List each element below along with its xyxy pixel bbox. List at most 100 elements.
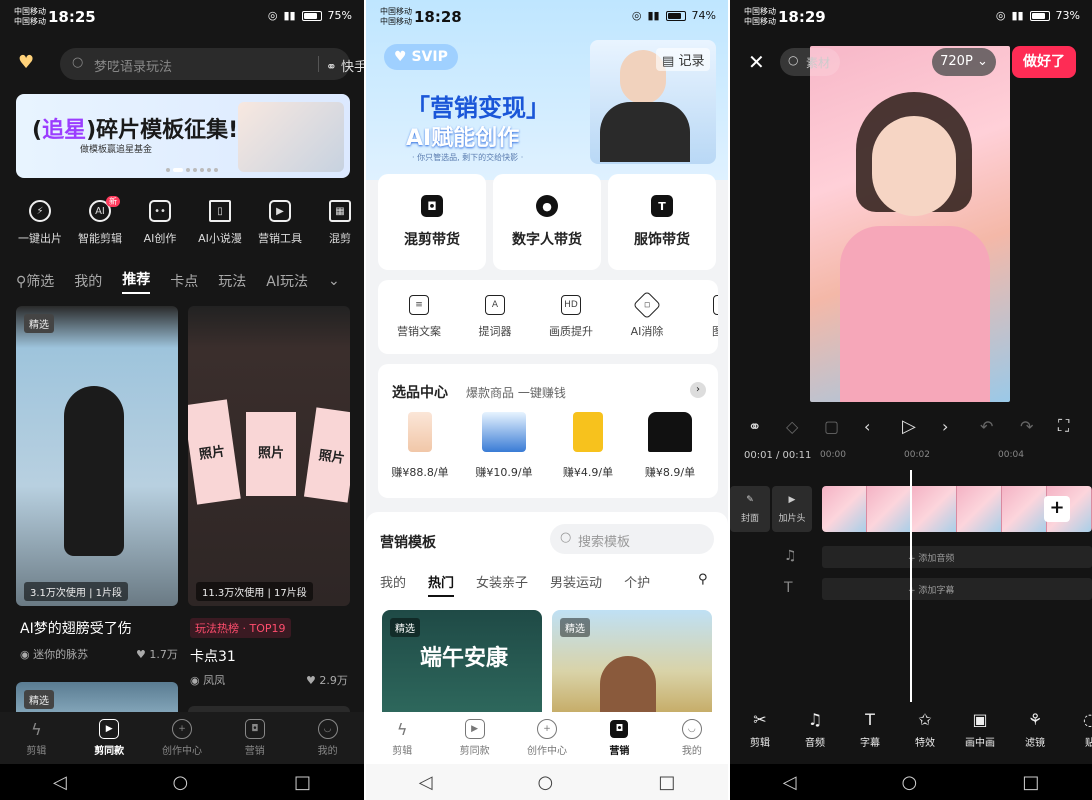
filter-icon[interactable]: ⚲ [698,572,708,587]
tool-ai-erase[interactable]: ◇ AI消除 [616,290,678,339]
tab-play[interactable]: 玩法 [218,271,246,291]
tool-teleprompter[interactable]: A 提词器 [464,295,526,339]
tab-me[interactable]: ◡ 我的 [656,712,728,764]
template-card[interactable]: 精选 3.1万次使用 | 1片段 [16,306,178,606]
tool-subtitle[interactable]: T 字幕 [852,710,888,754]
record-button[interactable]: ▤ 记录 [656,48,711,71]
product-item[interactable]: 赚¥4.9/单 [548,412,628,480]
undo-icon[interactable]: ↶ [980,417,993,436]
cover-button[interactable]: ✎ 封面 [730,486,770,532]
link-icon[interactable]: ⚭ [748,417,761,436]
product-item[interactable]: 赚¥10.9/单 [464,412,544,480]
promo-banner[interactable]: (追星)碎片模板征集! 做模板赢追星基金 [16,94,350,178]
product-item[interactable]: 赚¥8.9/单 [630,412,710,480]
tab-men-sports[interactable]: 男装运动 [550,572,602,597]
pen-icon: ✎ [746,494,754,505]
fullscreen-icon[interactable]: ⛶ [1058,416,1069,436]
video-preview[interactable] [810,46,1010,402]
tool-pip[interactable]: ▣ 画中画 [962,710,998,754]
tab-create-center[interactable]: + 创作中心 [511,712,583,764]
tab-mine[interactable]: 我的 [74,271,102,291]
digital-human-button[interactable]: ● 数字人带货 [493,174,601,270]
recents-icon[interactable]: □ [1022,772,1039,793]
tab-personal-care[interactable]: 个护 [624,572,650,597]
template-card[interactable]: 精选 [552,610,712,722]
tab-recommended[interactable]: 推荐 [122,269,151,294]
material-search[interactable]: ○ 素材 [780,48,840,76]
back-icon[interactable]: ◁ [53,772,67,793]
template-card[interactable]: 照片 照片 照片 11.3万次使用 | 17片段 [188,306,350,606]
template-card[interactable]: 精选 端午安康 [382,610,542,722]
tool-sticker[interactable]: ◌ 贴 [1072,710,1092,754]
prev-icon[interactable]: ‹ [864,417,870,436]
resolution-select[interactable]: 720P ⌄ [932,48,996,76]
search-input[interactable]: 梦呓语录玩法 [94,56,172,75]
chevron-right-icon[interactable]: › [690,382,706,398]
mix-sell-button[interactable]: ◘ 混剪带货 [378,174,486,270]
sparkle-icon: ✩ [918,710,932,729]
tool-one-click[interactable]: ⚡ 一键出片 [10,200,70,250]
wifi-icon: ◎ [995,9,1006,22]
tab-hot[interactable]: 热门 [428,572,455,597]
tab-edit[interactable]: ϟ 剪辑 [0,712,73,764]
tool-image-text[interactable]: ▣图文 [692,295,718,339]
play-icon[interactable]: ▷ [902,416,916,437]
tool-smart-edit[interactable]: AI 新智能剪辑 [70,196,130,250]
back-icon[interactable]: ◁ [783,772,797,793]
tab-ai-play[interactable]: AI玩法 [266,271,308,291]
tool-ai-create[interactable]: •• AI创作 [130,200,190,250]
tool-copywriting[interactable]: ≡ 营销文案 [388,295,450,339]
add-clip-button[interactable]: + [1044,496,1070,522]
tool-cut[interactable]: ✂ 剪辑 [742,710,778,754]
tab-template[interactable]: ▶ 剪同款 [438,712,510,764]
redo-icon[interactable]: ↷ [1020,417,1033,436]
tab-marketing[interactable]: ◘ 营销 [218,712,291,764]
tool-effects[interactable]: ✩ 特效 [907,710,943,754]
tab-women-kids[interactable]: 女装亲子 [476,572,528,597]
home-icon[interactable]: ○ [538,772,554,793]
tab-edit[interactable]: ϟ 剪辑 [366,712,438,764]
tool-ai-novel[interactable]: ▯ AI小说漫 [190,200,250,250]
close-icon[interactable]: ✕ [748,50,765,74]
add-intro-button[interactable]: ▶ 加片头 [772,486,812,532]
tab-me[interactable]: ◡ 我的 [291,712,364,764]
apparel-button[interactable]: T 服饰带货 [608,174,716,270]
back-icon[interactable]: ◁ [419,772,433,793]
recents-icon[interactable]: □ [294,772,311,793]
pip-icon: ▣ [972,710,988,729]
add-audio-track[interactable]: + 添加音频 [822,546,1092,568]
tab-marketing[interactable]: ◘ 营销 [583,712,655,764]
tool-filter[interactable]: ⚘ 滤镜 [1017,710,1053,754]
tool-upscale[interactable]: HD 画质提升 [540,295,602,339]
preview-outfit [840,226,990,402]
filter-button[interactable]: ⚲筛选 [16,271,54,291]
tab-create-center[interactable]: + 创作中心 [146,712,219,764]
next-icon[interactable]: › [942,417,948,436]
tool-marketing[interactable]: ▶ 营销工具 [250,200,310,250]
keyframe-icon[interactable]: ◇ [786,417,798,436]
marketing-templates: 营销模板 ○ 搜索模板 我的 热门 女装亲子 男装运动 个护 ⚲ 精选 端午安康 … [366,512,728,722]
tab-beat[interactable]: 卡点 [170,271,198,291]
tool-row: ≡营销文案 A提词器 HD画质提升 ◇AI消除 ▣图文 [378,280,718,354]
template-search-input[interactable]: ○ 搜索模板 [550,524,714,554]
export-button[interactable]: 做好了 [1012,46,1076,78]
same-style-button[interactable]: ⚭ 快手同款 [326,56,364,75]
crop-icon[interactable]: ▢ [824,417,839,436]
playhead[interactable] [910,470,912,702]
tool-audio[interactable]: ♫ 音频 [797,710,833,754]
svip-badge[interactable]: ♥ SVIP [384,44,458,70]
featured-tag: 精选 [560,618,590,637]
template-tabs: 我的 热门 女装亲子 男装运动 个护 [380,572,650,597]
product-item[interactable]: 赚¥88.8/单 [380,412,460,480]
tab-mine[interactable]: 我的 [380,572,406,597]
search-bar[interactable]: ○ 梦呓语录玩法 ⚭ 快手同款 [60,48,364,80]
add-subtitle-track[interactable]: + 添加字幕 [822,578,1092,600]
home-icon[interactable]: ○ [173,772,189,793]
face-icon: ◡ [681,719,702,739]
recents-icon[interactable]: □ [658,772,675,793]
chevron-down-icon[interactable]: ⌄ [328,273,340,289]
home-icon[interactable]: ○ [902,772,918,793]
tab-template[interactable]: ▶ 剪同款 [73,712,146,764]
vip-logo-icon[interactable]: ♥ [18,52,46,74]
tool-mix[interactable]: ▦ 混剪 [310,200,364,250]
